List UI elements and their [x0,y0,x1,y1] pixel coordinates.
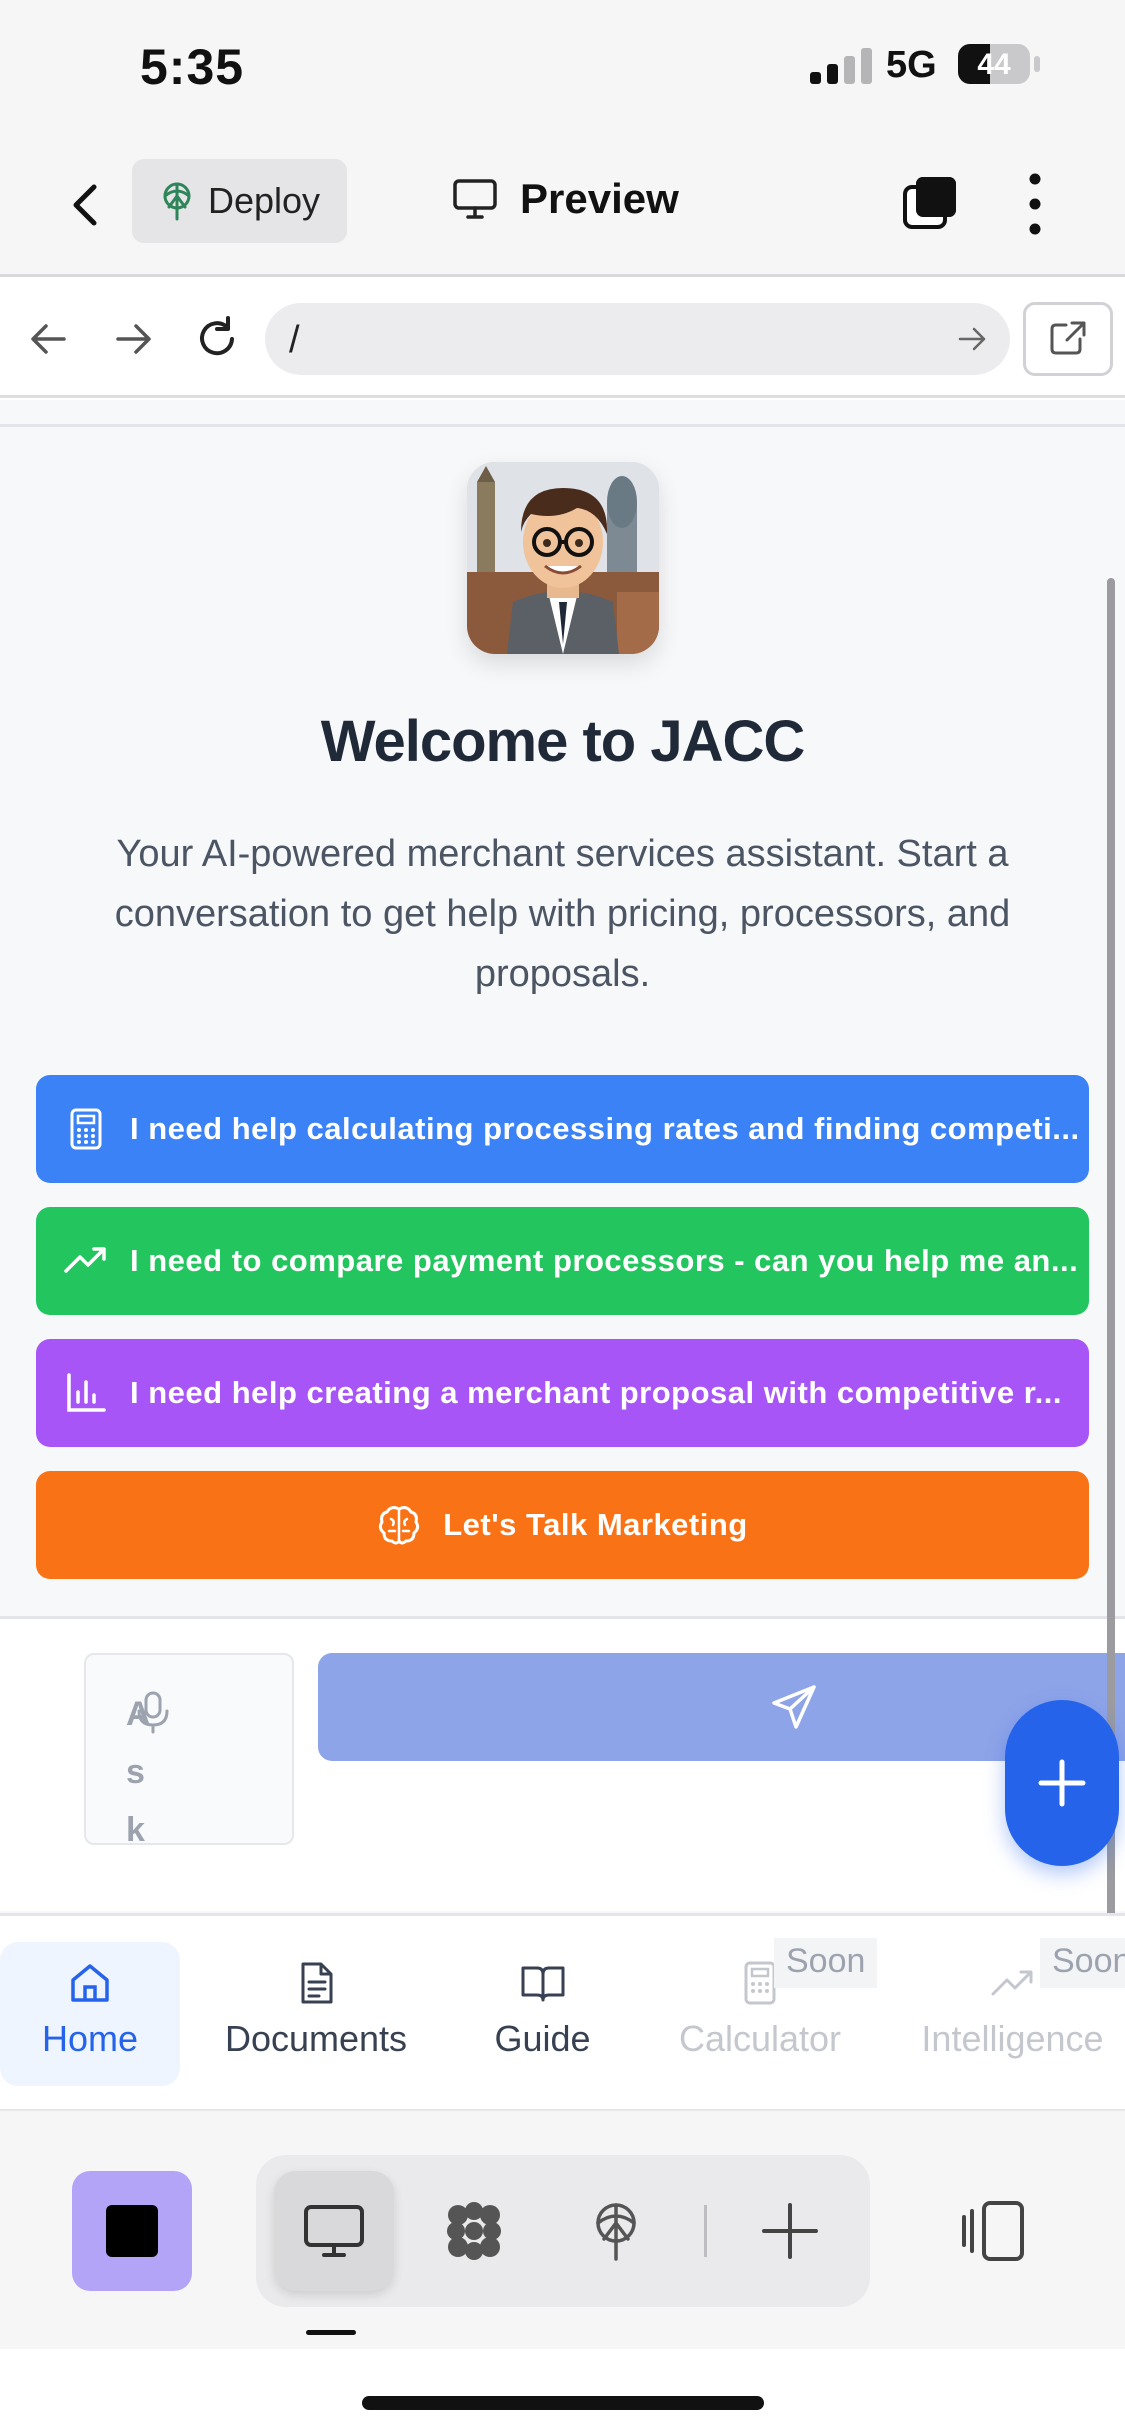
chevron-left-icon [73,184,97,226]
calculator-icon [70,1108,102,1150]
status-time: 5:35 [140,39,245,95]
nav-label-intelligence: Intelligence [921,2018,1104,2059]
bar-chart-icon [67,1373,106,1412]
workspace-icon[interactable] [442,2199,506,2263]
message-input[interactable]: Ask [84,1653,294,1849]
quick-action-label: I need help calculating processing rates… [130,1111,1080,1146]
scrollbar[interactable] [1107,578,1115,2098]
url-value: / [289,319,300,361]
browser-forward-button[interactable] [108,314,158,364]
deploy-label: Deploy [208,180,321,221]
back-button[interactable] [60,175,110,235]
nav-label-guide: Guide [494,2018,591,2059]
chat-input-area: Ask [0,1619,1125,1911]
desktop-icon [304,2205,364,2257]
home-indicator [362,2396,764,2410]
reload-icon [200,316,234,356]
more-button[interactable] [1020,169,1050,239]
deploy-button[interactable]: Deploy [132,159,347,243]
welcome-subtitle: Your AI-powered merchant services assist… [114,833,1011,995]
toolbar-separator [704,2205,707,2257]
quick-action-marketing[interactable]: Let's Talk Marketing [36,1471,1089,1579]
nav-item-home[interactable]: Home [0,1942,180,2086]
nav-label-home: Home [41,2018,139,2059]
new-chat-fab[interactable] [1005,1700,1119,1866]
arrow-left-icon [31,324,66,354]
status-bar: 5:35 5G 44 [0,0,1125,135]
more-vertical-icon [1029,173,1041,235]
browser-back-button[interactable] [24,314,74,364]
quick-action-create-proposal[interactable]: I need help creating a merchant proposal… [36,1339,1089,1447]
plus-icon[interactable] [758,2199,822,2263]
stop-button[interactable] [72,2171,192,2291]
deploy-icon[interactable] [584,2199,648,2263]
bottom-nav: Home Documents Guide Calculator Intellig… [0,1913,1125,2109]
nav-label-documents: Documents [224,2018,408,2059]
plus-icon [1038,1759,1086,1807]
preview-content: Welcome to JACC Your AI-powered merchant… [0,400,1125,2098]
nav-label-calculator: Calculator [678,2018,842,2059]
active-indicator [306,2330,356,2335]
nav-item-documents[interactable]: Documents [200,1942,432,2086]
send-icon [772,1685,816,1729]
brain-icon [379,1506,420,1545]
preview-tab[interactable]: Preview [452,175,679,223]
network-label: 5G [886,44,937,86]
external-link-icon [1050,321,1086,355]
go-arrow-icon[interactable] [954,321,990,357]
desktop-view-button[interactable] [274,2171,394,2291]
quick-action-compare-processors[interactable]: I need to compare payment processors - c… [36,1207,1089,1315]
signal-icon [810,48,872,84]
home-icon [71,1964,109,2002]
app-header: Deploy Preview [0,135,1125,277]
tabs-button[interactable] [900,173,960,233]
quick-action-label: I need help creating a merchant proposal… [130,1375,1062,1410]
nav-item-guide[interactable]: Guide [470,1942,615,2086]
mic-icon[interactable] [130,1689,176,1735]
book-icon [521,1966,564,2002]
soon-badge: Soon [1040,1938,1125,1988]
open-external-button[interactable] [1023,302,1113,376]
jacc-avatar [467,462,659,654]
reload-button[interactable] [192,314,242,364]
content-divider [0,424,1125,427]
stop-icon [106,2205,158,2257]
tabs-icon [903,177,956,229]
sidebar-icon[interactable] [958,2199,1026,2263]
quick-action-calculate-rates[interactable]: I need help calculating processing rates… [36,1075,1089,1183]
quick-action-label: I need to compare payment processors - c… [130,1243,1079,1278]
welcome-title: Welcome to JACC [320,709,805,774]
toolbar-group [256,2155,870,2307]
monitor-icon [453,179,497,219]
deploy-icon [163,182,191,221]
soon-badge: Soon [774,1938,878,1988]
battery-level: 44 [977,48,1011,81]
battery-icon: 44 [958,44,1030,84]
preview-label: Preview [520,175,679,222]
arrow-right-icon [116,324,151,354]
trending-up-icon [991,1970,1032,1996]
workspace-toolbar [0,2109,1125,2349]
quick-action-label: Let's Talk Marketing [443,1507,748,1542]
document-icon [301,1962,333,2004]
battery-cap [1034,56,1040,72]
trending-up-icon [64,1247,106,1273]
url-input[interactable]: / [265,303,1010,375]
url-bar: / [0,280,1125,398]
jacc-avatar-illustration [467,462,659,654]
send-button[interactable] [318,1653,1125,1761]
